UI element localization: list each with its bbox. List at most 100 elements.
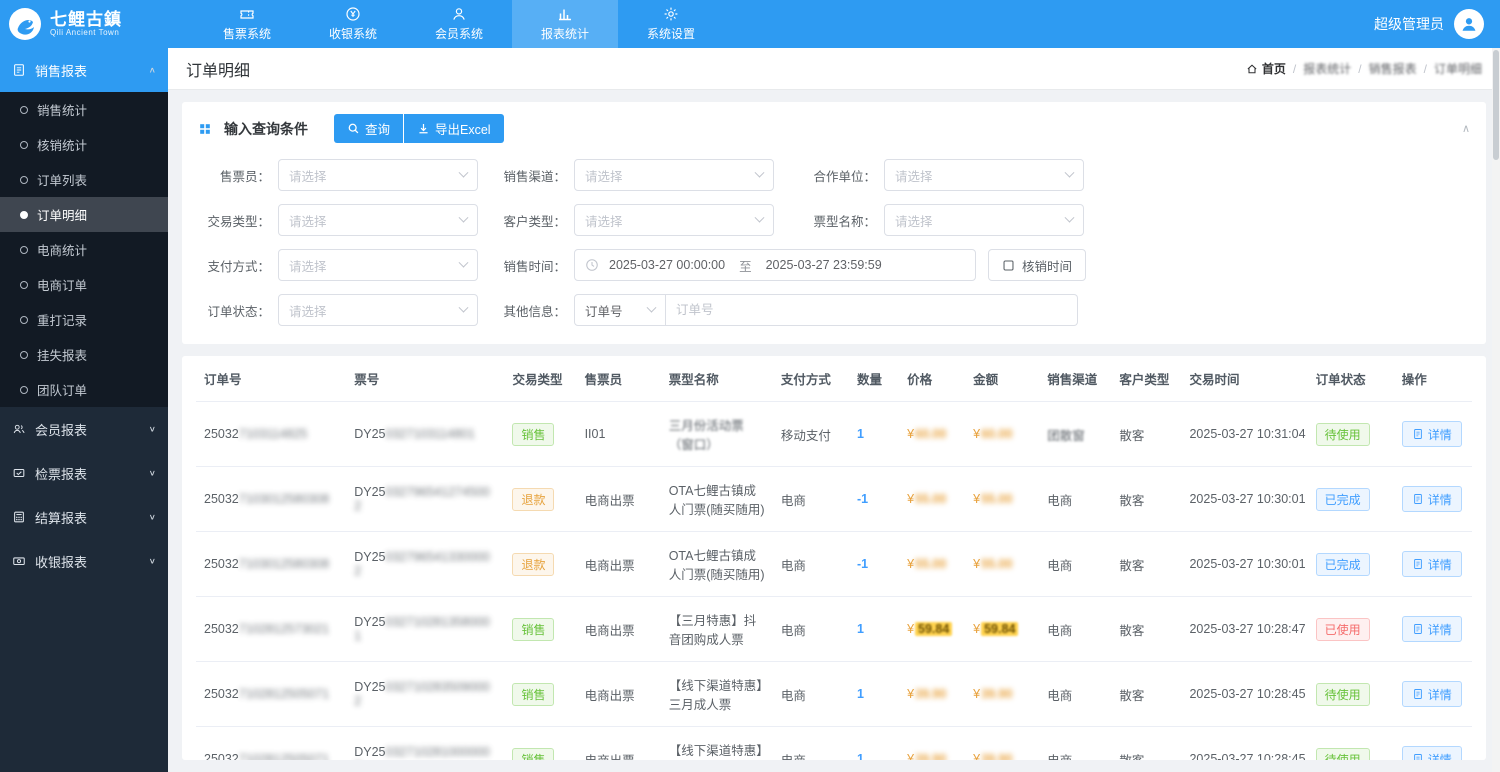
column-header: 售票员 [576, 356, 661, 402]
sidebar-item[interactable]: 核销统计 [0, 127, 168, 162]
nav-icon [451, 6, 467, 22]
trade-type-select[interactable]: 请选择 [278, 204, 478, 236]
sidebar-item[interactable]: 电商统计 [0, 232, 168, 267]
sidebar-item[interactable]: 挂失报表 [0, 337, 168, 372]
sidebar-item[interactable]: 订单列表 [0, 162, 168, 197]
cell-price: ¥39.90 [899, 726, 966, 760]
cell-seller: 电商出票 [576, 596, 661, 662]
order-no-input[interactable] [666, 294, 1078, 326]
cell-ticket-name: 三月份活动票（窗口） [660, 401, 773, 467]
cell-trade-type: 退款 [504, 466, 577, 532]
detail-button[interactable]: 详情 [1401, 486, 1462, 512]
chevron-down-icon [458, 167, 469, 178]
other-field-select[interactable]: 订单号 [574, 294, 666, 326]
sidebar-group-3[interactable]: 结算报表 ∨ [0, 495, 168, 539]
scrollbar[interactable] [1492, 48, 1500, 772]
sidebar-item[interactable]: 订单明细 [0, 197, 168, 232]
detail-button[interactable]: 详情 [1401, 421, 1462, 447]
cell-time: 2025-03-27 10:28:47 [1181, 596, 1308, 662]
cell-ticket-name: OTA七鲤古镇成人门票(随买随用) [660, 466, 773, 532]
circle-bullet-icon [20, 280, 28, 289]
nav-item-1[interactable]: 收银系统 [300, 0, 406, 48]
chevron-down-icon [754, 167, 765, 178]
nav-item-3[interactable]: 报表统计 [512, 0, 618, 48]
sidebar-item[interactable]: 销售统计 [0, 92, 168, 127]
sidebar-item[interactable]: 重打记录 [0, 302, 168, 337]
sidebar-group-2[interactable]: 检票报表 ∨ [0, 451, 168, 495]
sidebar-group-4[interactable]: 收银报表 ∨ [0, 539, 168, 583]
payment-select[interactable]: 请选择 [278, 249, 478, 281]
cell-status: 已完成 [1307, 466, 1394, 532]
detail-button[interactable]: 详情 [1401, 551, 1462, 577]
cell-channel: 电商 [1039, 661, 1112, 727]
logo-title: 七鲤古鎮 [50, 9, 122, 29]
cell-actions: 详情 [1393, 661, 1472, 727]
cell-trade-type: 销售 [504, 661, 577, 727]
export-excel-button[interactable]: 导出Excel [404, 114, 504, 143]
circle-bullet-icon [20, 140, 28, 149]
nav-icon [345, 6, 361, 22]
breadcrumb-item[interactable]: 报表统计 [1303, 60, 1351, 77]
page-header: 订单明细 首页 / 报表统计 / 销售报表 / 订单明细 [168, 48, 1500, 90]
nav-item-4[interactable]: 系统设置 [618, 0, 724, 48]
cell-cust-type: 散客 [1111, 726, 1182, 760]
seller-select[interactable]: 请选择 [278, 159, 478, 191]
table-row: 250327103012580308 DY250327965412745002 … [196, 466, 1472, 532]
cell-ticket-no: DY250327102835090002 [346, 661, 505, 727]
sidebar-group-icon [12, 422, 26, 436]
sidebar-group-icon [12, 63, 26, 77]
cell-ticket-no: DY250327965412745002 [346, 466, 505, 532]
cell-ticket-no: DY250327103114801 [346, 401, 505, 467]
column-header: 销售渠道 [1039, 356, 1112, 402]
chevron-icon: ∨ [148, 556, 156, 566]
cell-time: 2025-03-27 10:31:04 [1181, 401, 1308, 467]
cust-type-select[interactable]: 请选择 [574, 204, 774, 236]
ticket-name-select[interactable]: 请选择 [884, 204, 1084, 236]
cell-amount: ¥55.00 [965, 466, 1040, 532]
orders-table: 订单号 票号 交易类型 售票员 票型名称 支付方式 数量 价格 金额 销售渠道 客户类型 交易时间 订单… [196, 356, 1472, 760]
top-nav: 售票系统 收银系统 会员系统 报表统计 系统设置 [194, 0, 724, 48]
avatar[interactable] [1454, 9, 1484, 39]
cell-status: 待使用 [1307, 726, 1394, 760]
detail-button[interactable]: 详情 [1401, 681, 1462, 707]
blurred-text: 0327103114801 [385, 427, 475, 441]
cust-type-label: 客户类型： [503, 214, 566, 229]
chevron-down-icon [458, 212, 469, 223]
cell-cust-type: 散客 [1111, 401, 1182, 467]
partner-select[interactable]: 请选择 [884, 159, 1084, 191]
search-button[interactable]: 查询 [334, 114, 404, 143]
cell-time: 2025-03-27 10:30:01 [1181, 531, 1308, 597]
verify-time-button[interactable]: 核销时间 [988, 249, 1087, 281]
document-icon [1412, 688, 1424, 700]
sidebar-item[interactable]: 团队订单 [0, 372, 168, 407]
sale-time-end[interactable]: 2025-03-27 23:59:59 [766, 258, 882, 272]
column-header: 票型名称 [660, 356, 773, 402]
collapse-toggle[interactable]: ∧ [1462, 122, 1470, 135]
breadcrumb-separator: / [1423, 61, 1427, 76]
sidebar-group-0[interactable]: 销售报表 ∧ [0, 48, 168, 92]
cell-payment: 移动支付 [772, 401, 849, 467]
detail-button[interactable]: 详情 [1401, 746, 1462, 760]
channel-label: 销售渠道： [503, 169, 566, 184]
nav-item-0[interactable]: 售票系统 [194, 0, 300, 48]
blurred-amount: 55.00 [981, 492, 1013, 506]
channel-select[interactable]: 请选择 [574, 159, 774, 191]
cell-price: ¥60.00 [899, 401, 966, 467]
breadcrumb-home[interactable]: 首页 [1246, 60, 1286, 77]
sidebar-group-icon [12, 554, 26, 568]
cell-status: 待使用 [1307, 401, 1394, 467]
cell-ticket-no: DY250327102813580001 [346, 596, 505, 662]
sidebar-group-1[interactable]: 会员报表 ∨ [0, 407, 168, 451]
nav-item-2[interactable]: 会员系统 [406, 0, 512, 48]
cell-actions: 详情 [1393, 531, 1472, 597]
order-status-select[interactable]: 请选择 [278, 294, 478, 326]
cell-amount: ¥60.00 [965, 401, 1040, 467]
breadcrumb-item[interactable]: 销售报表 [1369, 60, 1417, 77]
cell-order-no: 250327102812505071 [196, 726, 347, 760]
sidebar-item[interactable]: 电商订单 [0, 267, 168, 302]
scrollbar-thumb[interactable] [1493, 50, 1499, 160]
sale-time-range-picker[interactable]: 2025-03-27 00:00:00 至 2025-03-27 23:59:5… [574, 249, 976, 281]
detail-button[interactable]: 详情 [1401, 616, 1462, 642]
sale-time-start[interactable]: 2025-03-27 00:00:00 [609, 258, 725, 272]
circle-bullet-icon [20, 245, 28, 254]
